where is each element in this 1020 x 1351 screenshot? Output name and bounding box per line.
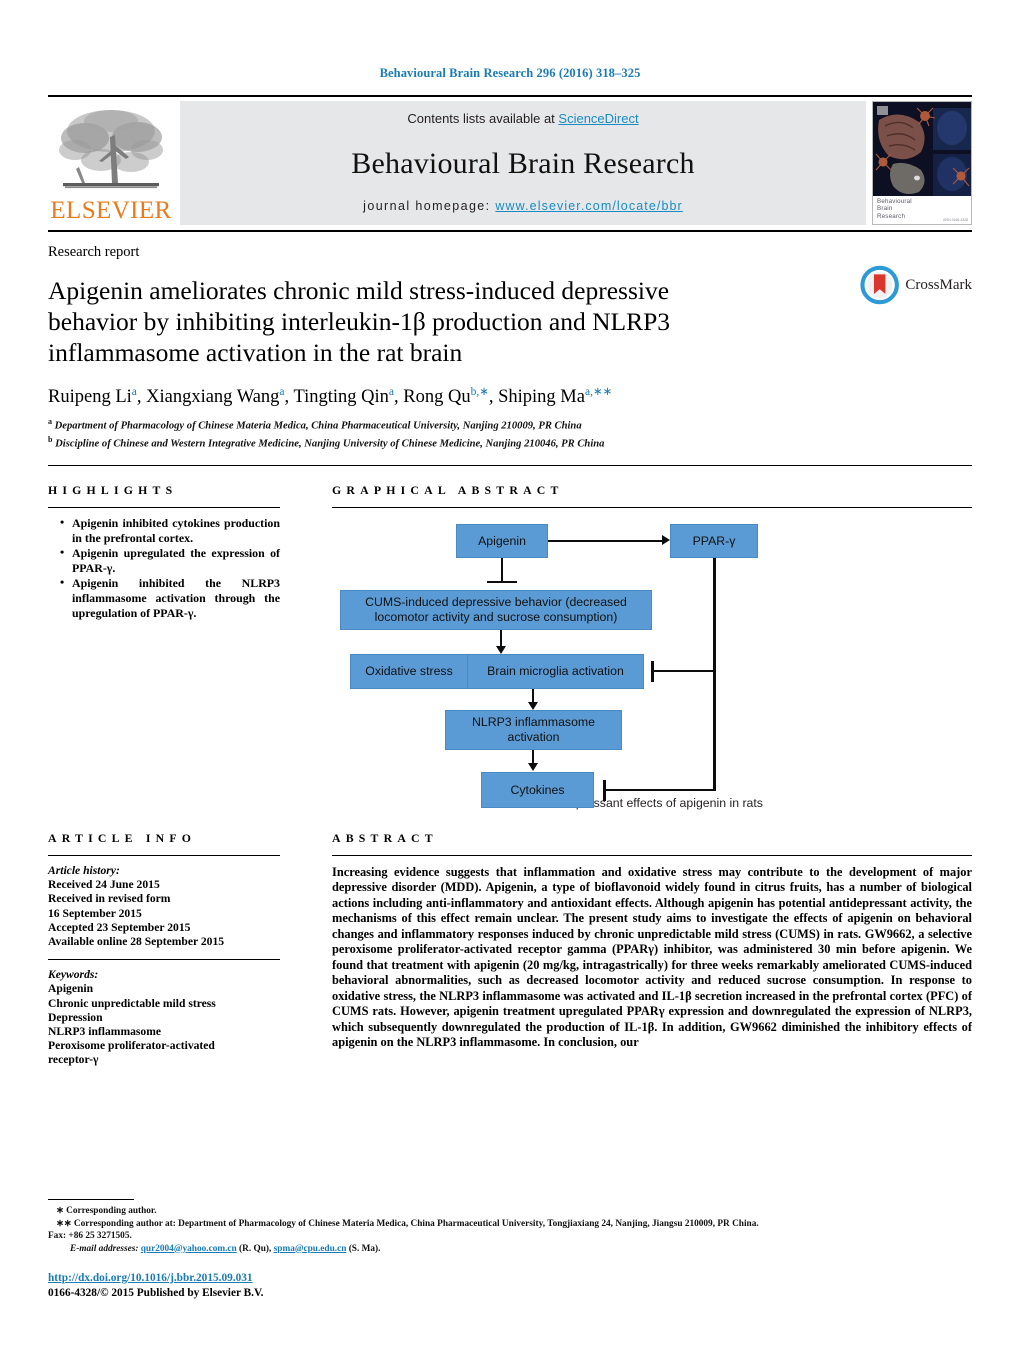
flow-node-apigenin: Apigenin <box>456 524 548 559</box>
elsevier-tree-icon <box>59 110 163 189</box>
doi-link[interactable]: http://dx.doi.org/10.1016/j.bbr.2015.09.… <box>48 1272 253 1284</box>
inhibit-bar-icon <box>651 661 654 683</box>
flow-node-nlrp3: NLRP3 inflammasome activation <box>445 710 622 751</box>
keyword-item: NLRP3 inflammasome <box>48 1025 162 1039</box>
footnote-emails: E-mail addresses: qur2004@yahoo.com.cn (… <box>48 1243 948 1255</box>
sciencedirect-link[interactable]: ScienceDirect <box>558 111 638 126</box>
footnote-corresponding-2: ∗∗ Corresponding author at: Department o… <box>56 1218 759 1229</box>
article-history-label: Article history: <box>48 864 120 878</box>
flow-diagram: Apigenin PPAR-γ CUMS-induced depressive … <box>332 518 922 809</box>
highlights-list: Apigenin inhibited cytokines production … <box>48 508 280 620</box>
highlights-column: HIGHLIGHTS Apigenin inhibited cytokines … <box>48 466 296 810</box>
keyword-item: Depression <box>48 1010 103 1024</box>
history-line: 16 September 2015 <box>48 906 142 920</box>
article-info-heading: ARTICLE INFO <box>48 831 197 846</box>
flow-edge-nlrp3-to-cytokines <box>532 750 534 765</box>
affiliation-b: b Discipline of Chinese and Western Inte… <box>48 435 605 450</box>
flow-edge-ppar-inhibits-cytokines <box>604 789 714 792</box>
page-title: Apigenin ameliorates chronic mild stress… <box>48 276 671 367</box>
inhibit-bar-icon <box>487 581 517 584</box>
history-line: Accepted 23 September 2015 <box>48 920 191 934</box>
abstract-heading: ABSTRACT <box>332 831 438 846</box>
article-info-column: ARTICLE INFO Article history: Received 2… <box>48 814 296 1068</box>
flow-edge-microglia-to-nlrp3 <box>532 689 534 704</box>
abstract-column: ABSTRACT Increasing evidence suggests th… <box>296 814 972 1068</box>
keyword-item: Chronic unpredictable mild stress <box>48 996 216 1010</box>
contents-prefix: Contents lists available at <box>407 111 559 126</box>
flow-edge-ppar-inhibits-microglia <box>652 670 714 673</box>
keywords-block: Keywords: Apigenin Chronic unpredictable… <box>48 960 280 1067</box>
list-item: Apigenin inhibited the NLRP3 inflammasom… <box>60 575 280 620</box>
affiliation-a-text: Department of Pharmacology of Chinese Ma… <box>54 420 582 432</box>
email-owner-ma: (S. Ma). <box>348 1243 381 1254</box>
keyword-item: Peroxisome proliferator-activated <box>48 1039 215 1053</box>
graphical-abstract-caption: Antidepressant effects of apigenin in ra… <box>541 796 763 811</box>
cover-issn: ISSN 0166-4328 <box>942 218 968 222</box>
running-head: Behavioural Brain Research 296 (2016) 31… <box>379 66 641 80</box>
inhibit-bar-icon <box>603 780 606 802</box>
elsevier-logo: ELSEVIER <box>48 101 174 225</box>
crossmark-icon <box>860 265 899 305</box>
cover-title-line1: Behavioural <box>877 198 912 205</box>
flow-edge-apigenin-inhibits-cums <box>501 558 503 583</box>
journal-homepage-line: journal homepage: www.elsevier.com/locat… <box>363 199 683 213</box>
affiliation-a: a Department of Pharmacology of Chinese … <box>48 417 582 432</box>
email-link-qu[interactable]: qur2004@yahoo.com.cn <box>141 1244 237 1254</box>
article-history: Article history: Received 24 June 2015 R… <box>48 856 280 949</box>
journal-title: Behavioural Brain Research <box>351 146 695 180</box>
graphical-abstract-figure: Apigenin PPAR-γ CUMS-induced depressive … <box>332 508 972 810</box>
arrowhead-icon <box>528 702 538 711</box>
graphical-abstract-column: GRAPHICAL ABSTRACT Apigenin PPAR-γ CUMS-… <box>296 466 972 810</box>
email-addresses-label: E-mail addresses: <box>70 1243 139 1254</box>
crossmark-label: CrossMark <box>905 276 972 293</box>
keywords-label: Keywords: <box>48 968 99 982</box>
footnote-rule <box>48 1199 134 1201</box>
journal-cover-thumbnail: Behavioural Brain Research ISSN 0166-432… <box>872 101 972 225</box>
lower-columns: ARTICLE INFO Article history: Received 2… <box>48 814 972 1068</box>
footnote-corresponding-1: ∗ Corresponding author. <box>56 1206 157 1217</box>
journal-homepage-link[interactable]: www.elsevier.com/locate/bbr <box>495 199 682 213</box>
keyword-item: receptor-γ <box>48 1053 99 1067</box>
list-item: Apigenin upregulated the expression of P… <box>60 545 280 575</box>
keyword-item: Apigenin <box>48 982 94 996</box>
footnote-fax: Fax: +86 25 3271505. <box>48 1231 132 1242</box>
history-line: Received 24 June 2015 <box>48 878 160 892</box>
history-line: Received in revised form <box>48 892 171 906</box>
elsevier-wordmark: ELSEVIER <box>50 197 172 224</box>
arrowhead-icon <box>496 646 506 655</box>
flow-node-microglia: Brain microglia activation <box>467 654 644 690</box>
flow-edge-ppar-trunk <box>713 558 716 792</box>
doi-block: http://dx.doi.org/10.1016/j.bbr.2015.09.… <box>48 1268 263 1299</box>
arrowhead-icon <box>662 535 670 546</box>
crossmark-badge[interactable]: CrossMark <box>860 256 972 314</box>
flow-node-oxidative-stress: Oxidative stress <box>350 654 468 690</box>
flow-edge-apigenin-to-ppar <box>548 540 666 543</box>
email-link-ma[interactable]: spma@cpu.edu.cn <box>274 1244 347 1254</box>
upper-columns: HIGHLIGHTS Apigenin inhibited cytokines … <box>48 466 972 810</box>
homepage-prefix: journal homepage: <box>363 199 496 213</box>
history-line: Available online 28 September 2015 <box>48 935 225 949</box>
cover-title-line2: Brain <box>877 205 893 213</box>
arrowhead-icon <box>528 763 538 772</box>
journal-banner: Contents lists available at ScienceDirec… <box>180 101 866 225</box>
copyright-line: 0166-4328/© 2015 Published by Elsevier B… <box>48 1287 264 1299</box>
email-owner-qu: (R. Qu), <box>239 1243 272 1254</box>
author-list: Ruipeng Lia, Xiangxiang Wanga, Tingting … <box>48 386 613 408</box>
masthead-top-rule <box>48 95 972 97</box>
footnotes: ∗ Corresponding author. ∗∗ Corresponding… <box>48 1199 948 1255</box>
affiliation-b-text: Discipline of Chinese and Western Integr… <box>55 438 605 450</box>
title-block: Research report Apigenin ameliorates chr… <box>48 232 972 451</box>
flow-node-cums: CUMS-induced depressive behavior (decrea… <box>340 590 652 631</box>
list-item: Apigenin inhibited cytokines production … <box>60 515 280 545</box>
flow-node-ppar: PPAR-γ <box>670 524 758 559</box>
cover-label: Behavioural Brain Research ISSN 0166-432… <box>873 196 971 224</box>
masthead: ELSEVIER Contents lists available at Sci… <box>48 95 972 232</box>
flow-node-cytokines: Cytokines <box>481 772 594 809</box>
abstract-text: Increasing evidence suggests that inflam… <box>332 865 972 1050</box>
graphical-abstract-heading: GRAPHICAL ABSTRACT <box>332 483 564 498</box>
contents-line: Contents lists available at ScienceDirec… <box>407 111 638 126</box>
article-type: Research report <box>48 244 140 260</box>
highlights-heading: HIGHLIGHTS <box>48 483 178 498</box>
paper-page: Behavioural Brain Research 296 (2016) 31… <box>0 0 1020 1351</box>
